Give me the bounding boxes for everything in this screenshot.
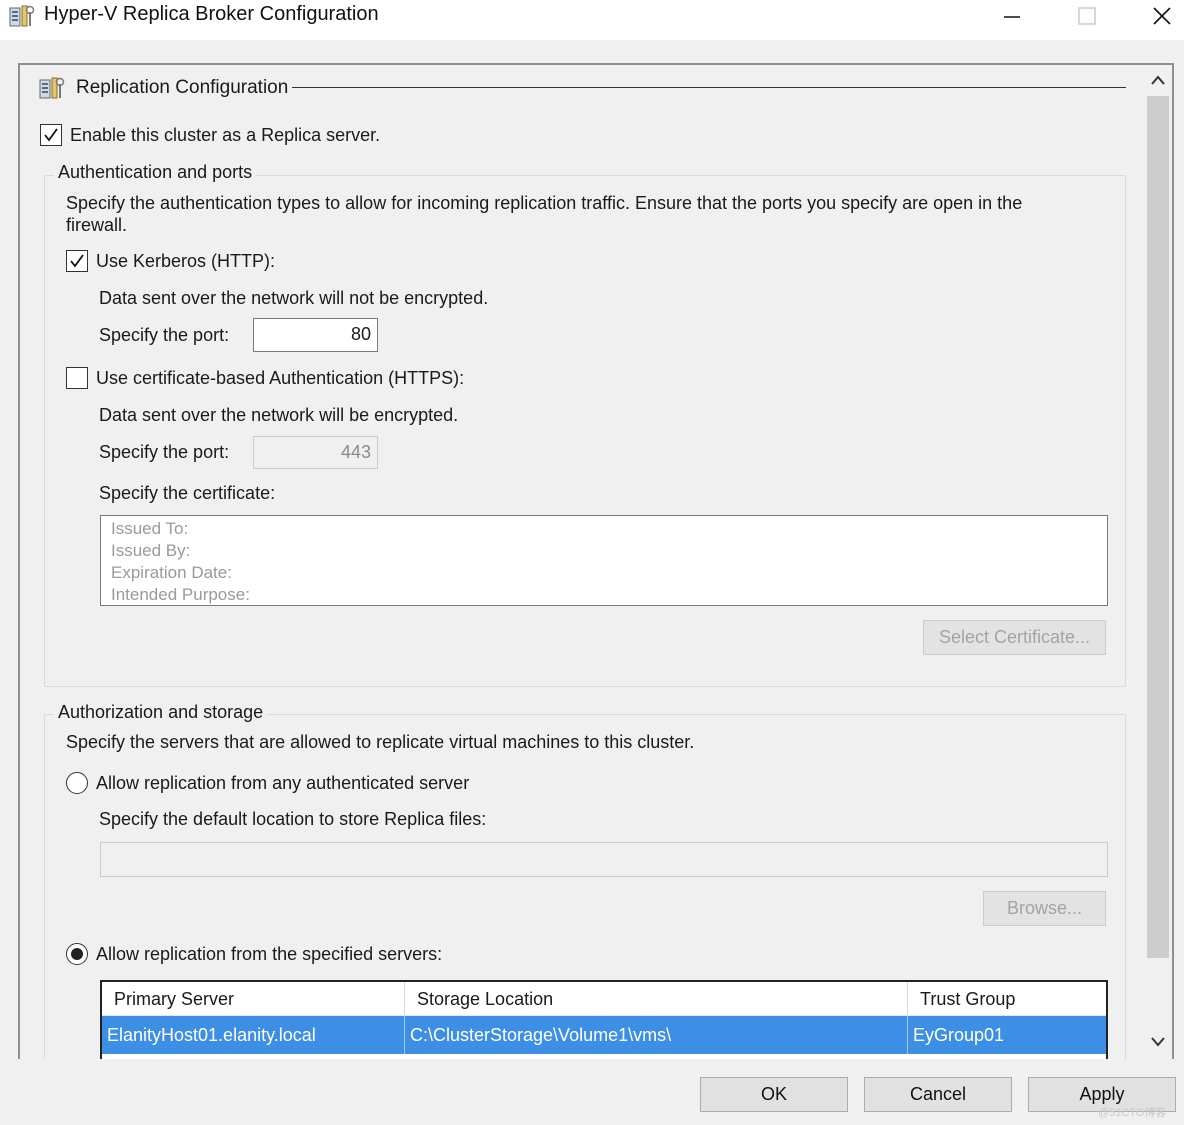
table-row[interactable]: ElanityHost01.elanity.local C:\ClusterSt… [102, 1016, 1106, 1054]
cancel-button[interactable]: Cancel [864, 1077, 1012, 1112]
radio-dot [71, 948, 83, 960]
table-header: Primary Server Storage Location Trust Gr… [102, 982, 1106, 1016]
column-header-trust-group[interactable]: Trust Group [908, 982, 1106, 1015]
kerberos-port-input[interactable]: 80 [253, 318, 378, 352]
server-config-icon [9, 5, 35, 27]
cell-storage-location: C:\ClusterStorage\Volume1\vms\ [405, 1016, 908, 1054]
specified-servers-radio[interactable]: Allow replication from the specified ser… [66, 943, 442, 965]
kerberos-checkbox[interactable]: Use Kerberos (HTTP): [66, 250, 275, 272]
authz-description: Specify the servers that are allowed to … [66, 732, 695, 752]
radio-circle[interactable] [66, 943, 88, 965]
close-icon [1153, 7, 1171, 25]
title-bar: Hyper-V Replica Broker Configuration [0, 0, 1184, 40]
checkbox-box[interactable] [66, 367, 88, 389]
certificate-details-box: Issued To: Issued By: Expiration Date: I… [100, 515, 1108, 606]
checkbox-box[interactable] [40, 124, 62, 146]
minimize-button[interactable] [982, 0, 1042, 32]
close-button[interactable] [1132, 0, 1184, 32]
default-location-input[interactable] [100, 842, 1108, 877]
auth-description: Specify the authentication types to allo… [66, 193, 1023, 235]
certificate-label: Use certificate-based Authentication (HT… [96, 367, 465, 388]
certificate-port-label: Specify the port: [99, 442, 230, 462]
certificate-checkbox[interactable]: Use certificate-based Authentication (HT… [66, 367, 464, 389]
column-header-storage-location[interactable]: Storage Location [405, 982, 908, 1015]
section-title: Replication Configuration [76, 77, 289, 98]
maximize-icon [1078, 7, 1096, 25]
enable-replica-checkbox[interactable]: Enable this cluster as a Replica server. [40, 124, 380, 146]
select-certificate-button[interactable]: Select Certificate... [923, 620, 1106, 655]
default-location-label: Specify the default location to store Re… [99, 809, 487, 829]
server-config-icon [39, 77, 65, 99]
ok-button[interactable]: OK [700, 1077, 848, 1112]
issued-to-label: Issued To: [111, 519, 189, 538]
watermark: @51CTO博客 [1098, 1107, 1167, 1119]
scrollbar-thumb[interactable] [1147, 96, 1169, 958]
specified-servers-label: Allow replication from the specified ser… [96, 943, 443, 964]
authz-group-legend: Authorization and storage [54, 702, 268, 723]
issued-by-label: Issued By: [111, 541, 191, 560]
cell-primary-server: ElanityHost01.elanity.local [102, 1016, 405, 1054]
certificate-select-label: Specify the certificate: [99, 483, 276, 503]
radio-circle[interactable] [66, 772, 88, 794]
column-header-primary-server[interactable]: Primary Server [102, 982, 405, 1015]
kerberos-port-label: Specify the port: [99, 325, 230, 345]
any-server-radio[interactable]: Allow replication from any authenticated… [66, 772, 469, 794]
vertical-scrollbar[interactable] [1144, 66, 1172, 1059]
intended-purpose-label: Intended Purpose: [111, 585, 250, 604]
scroll-down-icon[interactable] [1150, 1036, 1166, 1048]
checkmark-icon [70, 254, 84, 268]
any-server-label: Allow replication from any authenticated… [96, 772, 470, 793]
window-title: Hyper-V Replica Broker Configuration [44, 3, 379, 25]
cell-trust-group: EyGroup01 [913, 1025, 1005, 1045]
section-header: Replication Configuration [38, 74, 288, 102]
enable-replica-label: Enable this cluster as a Replica server. [70, 124, 381, 145]
kerberos-note: Data sent over the network will not be e… [99, 288, 489, 308]
certificate-port-input[interactable]: 443 [253, 436, 378, 469]
checkmark-icon [44, 128, 58, 142]
checkbox-box[interactable] [66, 250, 88, 272]
section-divider [292, 87, 1126, 88]
scroll-up-icon[interactable] [1150, 74, 1166, 86]
certificate-note: Data sent over the network will be encry… [99, 405, 459, 425]
minimize-icon [1004, 16, 1020, 18]
expiration-date-label: Expiration Date: [111, 563, 232, 582]
maximize-button[interactable] [1057, 0, 1117, 32]
browse-button[interactable]: Browse... [983, 891, 1106, 926]
servers-table: Primary Server Storage Location Trust Gr… [100, 980, 1108, 1070]
auth-group-legend: Authentication and ports [54, 162, 257, 183]
kerberos-label: Use Kerberos (HTTP): [96, 250, 276, 271]
